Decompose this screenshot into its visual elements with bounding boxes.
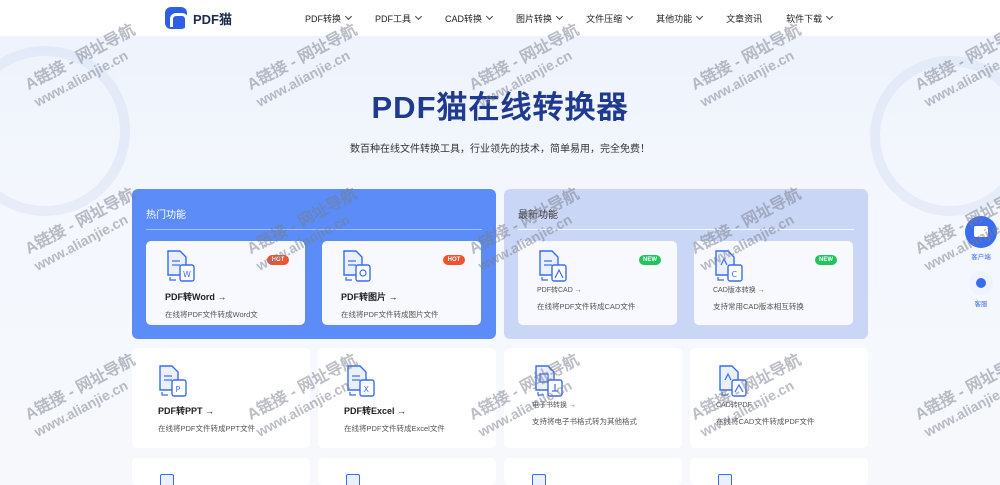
card-description: 在线将PDF文件转成CAD文件 [537,302,636,311]
logo-icon [165,7,188,29]
client-download-button[interactable] [965,216,997,248]
document-icon [718,474,732,485]
nav-label: 文件压缩 [586,13,623,24]
chevron-down-icon [344,12,353,21]
divider [146,229,482,230]
card-description: 支持常用CAD版本相互转换 [713,302,804,311]
svg-text:P: P [176,385,181,394]
card-partial[interactable] [690,458,868,485]
nav-label: 图片转换 [516,13,553,24]
nav-label: CAD转换 [445,13,483,24]
pdf-to-cad-icon [539,250,567,282]
card-ebook-convert[interactable]: 电子书转换 → 支持将电子书格式转为其他格式 [504,348,682,448]
chevron-down-icon [414,12,423,21]
page-title: PDF猫在线转换器 [371,90,629,125]
client-label: 客户端 [971,254,991,261]
card-cad-version[interactable]: C NEW CAD版本转换 → 支持常用CAD版本相互转换 [694,241,853,325]
card-pdf-to-word[interactable]: W HOT PDF转Word → 在线将PDF文件转成Word文 [146,241,305,325]
pdf-to-ppt-icon: P [159,365,187,397]
chevron-down-icon [556,12,564,21]
chevron-down-icon [486,12,494,21]
card-partial[interactable] [132,458,310,485]
new-badge: NEW [815,255,837,265]
logo[interactable]: PDF猫 [165,7,232,29]
card-description: 在线将PDF文件转成图片文件 [341,310,439,319]
top-header: PDF猫 PDF转换 PDF工具 CAD转换 图片转换 文件压缩 其他功能 文章… [0,0,1000,36]
card-description: 支持将电子书格式转为其他格式 [532,417,637,426]
nav-label: 软件下载 [786,13,823,24]
pdf-to-excel-icon: X [347,365,375,397]
card-partial[interactable] [318,458,496,485]
nav-articles[interactable]: 文章资讯 [726,12,762,25]
nav-pdf-convert[interactable]: PDF转换 [305,12,353,25]
panel-title: 热门功能 [146,210,186,221]
decorative-ring [870,56,1000,216]
card-pdf-to-image[interactable]: HOT PDF转图片 → 在线将PDF文件转成图片文件 [322,241,481,325]
support-button[interactable] [969,271,993,295]
chevron-down-icon [696,12,704,21]
card-description: 在线将PDF文件转成Excel文件 [344,424,445,433]
svg-text:X: X [364,385,370,394]
decorative-ring [0,46,130,216]
pdf-to-word-icon: W [167,250,195,282]
nav-download[interactable]: 软件下载 [786,12,834,25]
card-title: 电子书转换 → [532,402,576,409]
document-icon [346,474,360,485]
svg-text:C: C [732,270,738,279]
main-nav: PDF转换 PDF工具 CAD转换 图片转换 文件压缩 其他功能 文章资讯 软件… [305,0,856,36]
document-icon [160,474,174,485]
pdf-to-image-icon [343,250,371,282]
card-title: PDF转图片 → [341,292,398,302]
hot-features-panel: 热门功能 W HOT PDF转Word → 在线将PDF文件转成Word文 HO… [132,189,496,339]
cad-to-pdf-icon [719,365,747,397]
card-description: 在线将PDF文件转成PPT文件 [158,424,256,433]
nav-label: PDF转换 [305,13,342,24]
card-pdf-to-cad[interactable]: NEW PDF转CAD → 在线将PDF文件转成CAD文件 [518,241,677,325]
card-title: PDF转CAD → [537,287,582,294]
card-title: CAD转PDF → [716,402,761,409]
ebook-convert-icon [535,365,563,397]
chevron-down-icon [626,12,634,21]
card-pdf-to-excel[interactable]: X PDF转Excel → 在线将PDF文件转成Excel文件 [318,348,496,448]
nav-other[interactable]: 其他功能 [656,12,704,25]
nav-label: 其他功能 [656,13,693,24]
nav-pdf-tools[interactable]: PDF工具 [375,12,423,25]
card-title: PDF转Excel → [344,406,407,416]
chevron-down-icon [826,12,834,21]
card-description: 在线将CAD文件转成PDF文件 [716,417,815,426]
svg-text:W: W [183,270,191,279]
card-description: 在线将PDF文件转成Word文 [165,310,258,319]
document-icon [532,474,546,485]
card-pdf-to-ppt[interactable]: P PDF转PPT → 在线将PDF文件转成PPT文件 [132,348,310,448]
hot-badge: HOT [267,255,289,265]
panel-title: 最新功能 [518,210,558,221]
cad-version-icon: C [715,250,743,282]
card-title: PDF转Word → [165,292,227,302]
card-cad-to-pdf[interactable]: CAD转PDF → 在线将CAD文件转成PDF文件 [690,348,868,448]
new-features-panel: 最新功能 NEW PDF转CAD → 在线将PDF文件转成CAD文件 C NEW… [504,189,868,339]
nav-label: 文章资讯 [726,13,763,24]
card-partial[interactable] [504,458,682,485]
nav-image-convert[interactable]: 图片转换 [516,12,564,25]
card-title: PDF转PPT → [158,406,215,416]
logo-text: PDF猫 [193,11,233,27]
card-title: CAD版本转换 → [713,287,765,294]
nav-label: PDF工具 [375,13,412,24]
nav-compress[interactable]: 文件压缩 [586,12,634,25]
hot-badge: HOT [443,255,465,265]
nav-cad-convert[interactable]: CAD转换 [445,12,494,25]
side-float-bar: 客户端 客服 [964,216,998,308]
divider [518,229,854,230]
page-subtitle: 数百种在线文件转换工具，行业领先的技术，简单易用，完全免费！ [350,144,650,155]
support-label: 客服 [974,301,988,308]
new-badge: NEW [639,255,661,265]
